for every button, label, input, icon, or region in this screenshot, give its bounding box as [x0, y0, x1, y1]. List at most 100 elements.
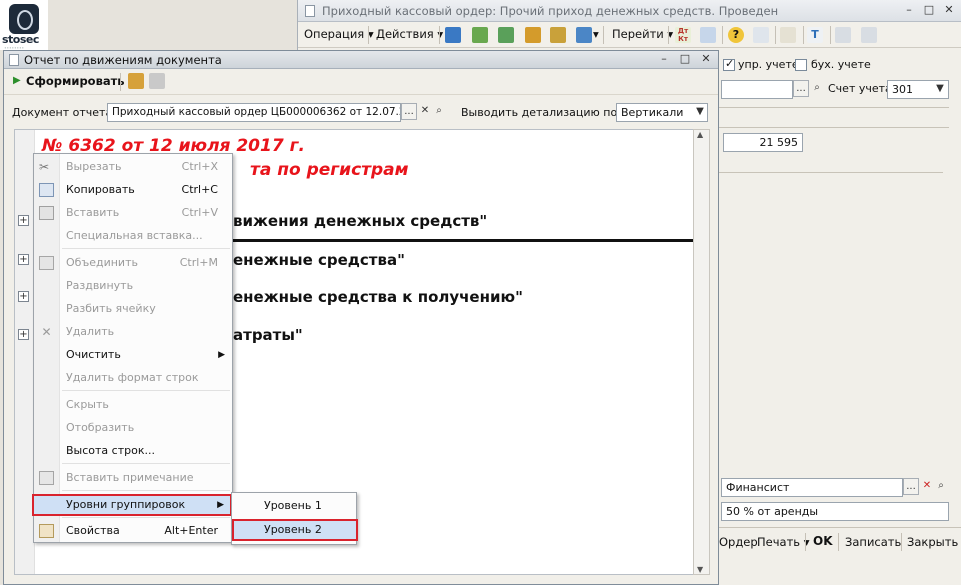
menu-item-level-2[interactable]: Уровень 2 — [232, 519, 358, 541]
report-window-title: Отчет по движениям документа — [24, 53, 222, 67]
expand-group-icon[interactable]: + — [18, 254, 29, 265]
context-menu: ✂ Вырезать Ctrl+X Копировать Ctrl+C Встави… — [32, 153, 233, 543]
upr-checkbox[interactable]: ✓ — [723, 57, 735, 71]
expand-group-icon[interactable]: + — [18, 291, 29, 302]
menu-item-copy[interactable]: Копировать Ctrl+C — [34, 179, 232, 201]
help-icon[interactable]: ? — [728, 27, 744, 43]
menu-item-delete-row-format[interactable]: Удалить формат строк — [34, 367, 232, 389]
generate-button[interactable]: Сформировать — [26, 74, 125, 88]
operation-menu-button[interactable]: Операция ▾ — [300, 26, 378, 43]
save-settings-icon[interactable] — [128, 73, 144, 89]
financier-field[interactable]: Финансист — [721, 478, 903, 497]
scissors-icon: ✂ — [39, 160, 50, 174]
menu-item-paste[interactable]: Вставить Ctrl+V — [34, 202, 232, 224]
buh-checkbox[interactable] — [795, 59, 807, 71]
add-copy-icon[interactable] — [498, 27, 514, 43]
actions-menu-button[interactable]: Действия ▾ — [372, 26, 447, 43]
report-section-title: енежные средства к получению" — [233, 288, 523, 306]
structure-icon[interactable] — [525, 27, 541, 43]
save-button[interactable]: Записать — [845, 535, 901, 549]
close-icon[interactable]: ✕ — [699, 52, 713, 66]
financier-select-button[interactable]: ... — [903, 478, 919, 495]
close-icon[interactable]: ✕ — [942, 3, 956, 17]
minimize-icon[interactable]: – — [902, 3, 916, 17]
logo-icon — [9, 4, 39, 34]
buh-checkbox-label: бух. учете — [811, 58, 871, 71]
doc-label: Документ отчета: — [12, 106, 116, 119]
document-window-title: Приходный кассовый ордер: Прочий приход … — [322, 4, 779, 18]
report-icon — [9, 54, 19, 66]
report-section-title: вижения денежных средств" — [233, 212, 488, 230]
report-window-titlebar: Отчет по движениям документа – □ ✕ — [4, 51, 718, 69]
menu-item-split-cell[interactable]: Разбить ячейку — [34, 298, 232, 320]
delete-icon: ✕ — [41, 325, 52, 339]
list-icon[interactable] — [835, 27, 851, 43]
table-icon[interactable] — [861, 27, 877, 43]
doc-select-button[interactable]: ... — [401, 103, 417, 120]
account-dropdown-icon[interactable]: ▼ — [932, 81, 948, 98]
order-button[interactable]: Ордер — [719, 535, 758, 549]
menu-item-clear[interactable]: Очистить ▶ — [34, 344, 232, 366]
report-section-title: атраты" — [233, 326, 303, 344]
dt-kt-icon[interactable]: Дт Кт — [675, 27, 691, 43]
menu-item-level-1[interactable]: Уровень 1 — [232, 495, 356, 517]
amount-field[interactable]: 21 595 — [723, 133, 803, 152]
scroll-up-icon[interactable]: ▲ — [697, 130, 703, 139]
app-logo: stosec ∙∙∙∙∙∙∙∙ — [0, 0, 48, 50]
movements-icon[interactable] — [550, 27, 566, 43]
comment-field[interactable]: 50 % от аренды — [721, 502, 949, 521]
contractor-search-icon[interactable]: ⌕ — [809, 80, 825, 97]
report-section-title: енежные средства" — [233, 251, 405, 269]
section-divider — [233, 239, 693, 242]
restore-settings-icon[interactable] — [149, 73, 165, 89]
submenu-arrow-icon: ▶ — [217, 500, 224, 510]
account-label: Счет учета: — [828, 82, 896, 95]
menu-item-grouping-levels[interactable]: Уровни группировок ▶ — [32, 494, 232, 516]
paste-icon — [39, 206, 54, 220]
grouping-levels-submenu: Уровень 1 Уровень 2 — [231, 492, 358, 545]
submenu-arrow-icon: ▶ — [218, 350, 225, 360]
report-scrollbar[interactable]: ▲ ▼ — [693, 129, 710, 575]
menu-item-hide[interactable]: Скрыть — [34, 394, 232, 416]
properties-icon — [39, 524, 54, 538]
document-window-titlebar: Приходный кассовый ордер: Прочий приход … — [298, 0, 961, 22]
doc-field[interactable]: Приходный кассовый ордер ЦБ000006362 от … — [107, 103, 401, 122]
text-format-icon[interactable]: T — [807, 27, 823, 43]
menu-item-merge[interactable]: Объединить Ctrl+M — [34, 252, 232, 274]
close-button[interactable]: Закрыть — [907, 535, 958, 549]
menu-item-paste-special[interactable]: Специальная вставка... — [34, 225, 232, 247]
doc-search-icon[interactable]: ⌕ — [431, 103, 447, 120]
detail-dropdown-icon[interactable]: ▼ — [692, 104, 708, 121]
detail-label: Выводить детализацию по: — [461, 106, 621, 119]
financier-search-icon[interactable]: ⌕ — [933, 478, 949, 495]
expand-group-icon[interactable]: + — [18, 329, 29, 340]
print-menu-button[interactable]: Печать ▾ — [757, 535, 809, 549]
menu-item-properties[interactable]: Свойства Alt+Enter — [34, 520, 232, 542]
maximize-icon[interactable]: □ — [922, 3, 936, 17]
journal-icon[interactable] — [780, 27, 796, 43]
upr-checkbox-label: упр. учете — [738, 58, 799, 71]
post-icon[interactable] — [445, 27, 461, 43]
contractor-select-button[interactable]: ... — [793, 80, 809, 97]
ok-button[interactable]: OK — [813, 534, 833, 548]
refresh-icon[interactable] — [472, 27, 488, 43]
menu-item-show[interactable]: Отобразить — [34, 417, 232, 439]
menu-item-row-height[interactable]: Высота строк... — [34, 440, 232, 462]
search-doc-icon[interactable] — [753, 27, 769, 43]
based-on-dropdown[interactable]: ▾ — [589, 26, 603, 43]
minimize-icon[interactable]: – — [657, 52, 671, 66]
expand-group-icon[interactable]: + — [18, 215, 29, 226]
run-icon: ▶ — [13, 75, 21, 86]
maximize-icon[interactable]: □ — [678, 52, 692, 66]
menu-item-insert-note[interactable]: Вставить примечание — [34, 467, 232, 489]
menu-item-cut[interactable]: ✂ Вырезать Ctrl+X — [34, 156, 232, 178]
goto-menu-button[interactable]: Перейти ▾ — [608, 26, 677, 43]
merge-cells-icon — [39, 256, 54, 270]
menu-item-delete[interactable]: ✕ Удалить — [34, 321, 232, 343]
preview-icon[interactable] — [700, 27, 716, 43]
document-toolbar: Операция ▾ Действия ▾ ▾ Перейти ▾ Дт Кт ?… — [298, 22, 961, 48]
menu-item-unmerge[interactable]: Раздвинуть — [34, 275, 232, 297]
copy-icon — [39, 183, 54, 197]
contractor-field[interactable] — [721, 80, 793, 99]
scroll-down-icon[interactable]: ▼ — [697, 565, 703, 574]
